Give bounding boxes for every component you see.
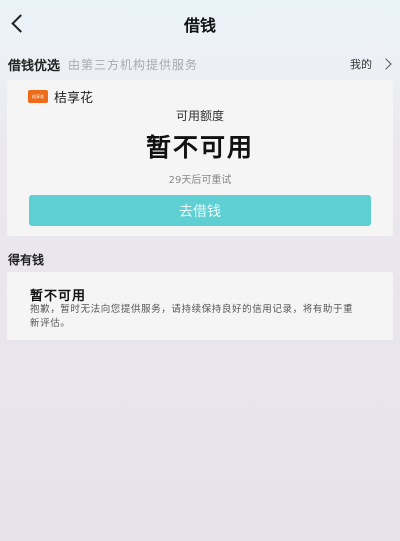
section-title-deyouqian: 得有钱 [8,253,45,267]
unavailable-title: 暂不可用 [30,289,87,304]
quota-label: 可用额度 [175,109,224,123]
deyouqian-card: 暂不可用 抱歉，暂时无法向您提供服务，请持续保持良好的信用记录，将有助于重新评估… [7,272,393,340]
borrow-button[interactable]: 去借钱 [29,195,371,226]
unavailable-description: 抱歉，暂时无法向您提供服务，请持续保持良好的信用记录，将有助于重新评估。 [30,304,354,329]
section-subtitle: 由第三方机构提供服务 [68,57,199,72]
brand-row: 桔享花 桔享花 [28,87,93,106]
section-header-best: 借钱优选 由第三方机构提供服务 我的 [8,54,392,74]
chevron-right-icon [380,58,392,70]
retry-text: 29天后可重试 [168,175,232,186]
mine-link[interactable]: 我的 [350,56,392,72]
quota-status: 暂不可用 [145,133,254,162]
section-title: 借钱优选 [8,58,61,74]
top-bar: 借钱 [0,0,400,48]
brand-name: 桔享花 [54,91,94,106]
mine-label: 我的 [350,58,372,71]
page-title: 借钱 [183,16,216,35]
brand-logo: 桔享花 [28,90,48,103]
loan-card: 桔享花 桔享花 可用额度 暂不可用 29天后可重试 去借钱 [7,80,393,236]
